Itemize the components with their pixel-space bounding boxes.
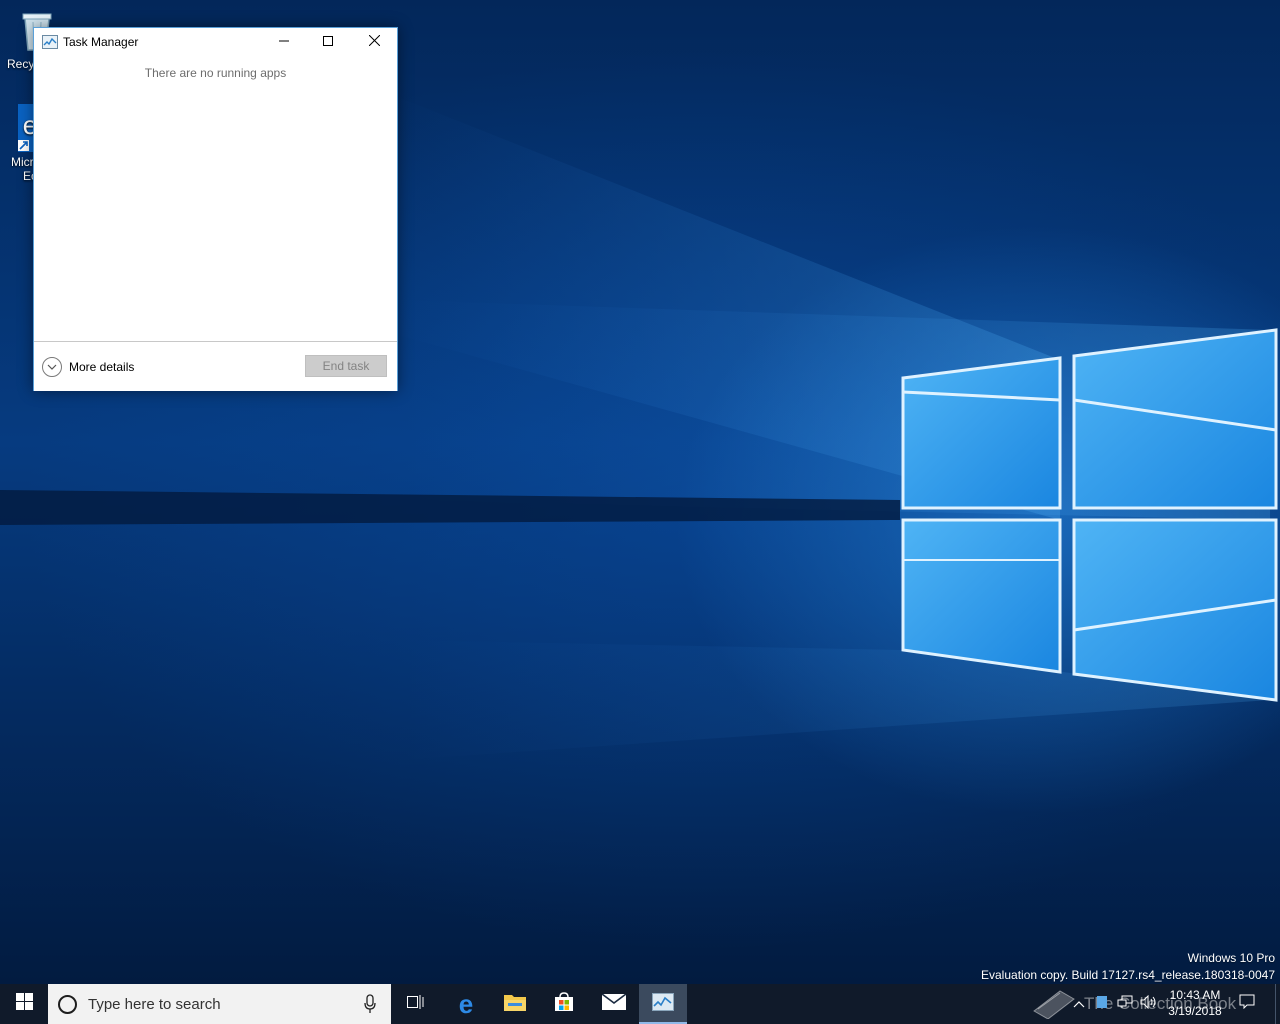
volume-icon <box>1140 994 1158 1014</box>
chevron-up-icon <box>1073 995 1085 1013</box>
mail-button[interactable] <box>590 984 638 1024</box>
start-button[interactable] <box>0 984 48 1024</box>
window-title: Task Manager <box>63 35 139 49</box>
notification-icon <box>1239 994 1255 1014</box>
task-manager-taskbar-button[interactable] <box>639 984 687 1024</box>
taskbar-search-box[interactable]: Type here to search <box>48 984 391 1024</box>
taskbar-clock[interactable]: 10:43 AM 3/19/2018 <box>1160 987 1230 1019</box>
microphone-icon[interactable] <box>364 994 376 1019</box>
maximize-button[interactable] <box>305 28 351 56</box>
mail-icon <box>601 992 627 1015</box>
edge-icon: e <box>458 989 474 1019</box>
windows-edition-text: Windows 10 Pro <box>1187 951 1275 965</box>
tray-app-button[interactable] <box>1092 984 1112 1024</box>
maximize-icon <box>323 33 333 51</box>
tray-app-icon <box>1096 995 1108 1014</box>
store-icon <box>554 991 574 1017</box>
clock-time: 10:43 AM <box>1169 988 1221 1002</box>
task-view-icon <box>407 994 425 1015</box>
show-desktop-button[interactable] <box>1275 984 1276 1024</box>
windows-logo-icon <box>15 993 33 1015</box>
minimize-icon <box>279 33 289 51</box>
more-details-label: More details <box>69 360 135 374</box>
file-explorer-icon <box>504 993 526 1016</box>
taskbar: Type here to search e The Collection Boo… <box>0 984 1280 1024</box>
title-bar[interactable]: Task Manager <box>34 28 397 56</box>
chevron-down-icon <box>42 357 62 377</box>
close-button[interactable] <box>351 28 397 56</box>
more-details-button[interactable]: More details <box>42 356 134 378</box>
task-manager-window[interactable]: Task Manager There are no running apps M… <box>33 27 398 391</box>
cortana-icon <box>58 995 77 1014</box>
search-placeholder: Type here to search <box>88 996 221 1013</box>
task-manager-icon <box>42 35 58 49</box>
edge-taskbar-button[interactable]: e <box>442 984 490 1024</box>
task-manager-icon <box>652 992 674 1016</box>
network-button[interactable] <box>1114 984 1136 1024</box>
running-apps-list: There are no running apps <box>34 56 397 342</box>
volume-button[interactable] <box>1138 984 1160 1024</box>
action-center-button[interactable] <box>1234 984 1260 1024</box>
store-button[interactable] <box>540 984 588 1024</box>
close-icon <box>368 33 380 51</box>
empty-state-message: There are no running apps <box>144 66 287 80</box>
task-manager-footer: More details End task <box>34 341 397 391</box>
task-view-button[interactable] <box>392 984 440 1024</box>
minimize-button[interactable] <box>261 28 307 56</box>
clock-date: 3/19/2018 <box>1168 1004 1222 1018</box>
build-info-text: Evaluation copy. Build 17127.rs4_release… <box>981 968 1275 982</box>
evaluation-watermark: Windows 10 Pro Evaluation copy. Build 17… <box>981 950 1275 984</box>
show-hidden-icons-button[interactable] <box>1068 984 1090 1024</box>
end-task-button[interactable]: End task <box>305 355 387 377</box>
file-explorer-button[interactable] <box>491 984 539 1024</box>
network-icon <box>1117 995 1133 1014</box>
